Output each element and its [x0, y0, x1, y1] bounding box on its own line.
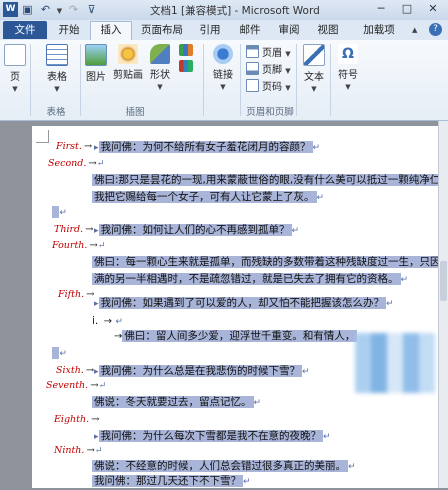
tab-file[interactable]: 文件	[3, 21, 47, 39]
document-line[interactable]: → 佛曰：留人间多少爱，迎浮世千重变。和有情人，	[112, 328, 358, 344]
document-line[interactable]: 佛曰:那只是昙花的一现,用来蒙蔽世俗的眼,没有什么美可以抵过一颗纯净仁	[92, 172, 443, 188]
text-button[interactable]: 文本 ▼	[302, 44, 326, 94]
text-icon	[303, 44, 325, 66]
maximize-icon[interactable]: □	[394, 1, 420, 17]
empty-paragraph[interactable]: ↵	[52, 204, 67, 220]
symbol-button[interactable]: Ω 符号 ▼	[336, 44, 360, 92]
document-line[interactable]: ▸ 我问佛：如何让人们的心不再感到孤单？ ↵	[94, 222, 299, 238]
shapes-button[interactable]: 形状 ▼	[148, 44, 172, 92]
document-line[interactable]: ▸ 我问佛：为什么每次下雪都是我不在意的夜晚？ ↵	[94, 428, 331, 444]
document-line[interactable]: 佛说：不经意的时候，人们总会错过很多真正的美丽。 ↵	[92, 458, 356, 474]
header-button[interactable]: 页眉 ▼	[246, 44, 291, 59]
link-icon	[213, 44, 233, 64]
document-line[interactable]: 佛曰：每一颗心生来就是孤单，而残缺的多数带着这种残缺度过一生，只因与	[92, 254, 448, 270]
undo-dropdown-icon[interactable]: ▼	[52, 2, 67, 17]
redo-icon[interactable]: ↷	[66, 2, 81, 17]
tab-view[interactable]: 视图	[310, 22, 346, 39]
clipart-icon	[118, 44, 138, 64]
save-icon[interactable]: ▣	[20, 2, 35, 17]
document-line[interactable]: ▸ 我问佛：为什么总是在我悲伤的时候下雪？ ↵	[94, 363, 310, 379]
page-button[interactable]: 页 ▼	[4, 44, 26, 94]
tab-addins[interactable]: 加载项	[356, 22, 402, 39]
document-page[interactable]: First. → ▸ 我问佛：为何不给所有女子羞花闭月的容颜？ ↵ Second. →↵…	[32, 126, 448, 488]
word-logo-icon: W	[3, 2, 18, 17]
pixelated-watermark	[355, 333, 435, 393]
omega-symbol-icon: Ω	[338, 44, 358, 64]
clipart-button[interactable]: 剪贴画	[112, 44, 144, 81]
tab-references[interactable]: 引用	[193, 22, 227, 39]
list-label: Seventh. →↵	[46, 380, 107, 391]
ribbon-insert: 页 ▼ 表格 ▼ 表格 图片 剪贴画 形状 ▼ 插图 链接 ▼ 页眉 ▼ 页脚 ▼ 页码…	[0, 40, 448, 121]
link-button[interactable]: 链接 ▼	[210, 44, 236, 92]
shapes-icon	[150, 44, 170, 64]
table-button[interactable]: 表格 ▼	[40, 44, 74, 94]
smartart-icon	[179, 44, 193, 56]
list-label: Second. →↵	[48, 158, 105, 169]
collapse-ribbon-icon[interactable]: ▲	[412, 26, 417, 34]
list-label: Sixth. →	[56, 365, 95, 376]
footer-button[interactable]: 页脚 ▼	[246, 61, 291, 76]
tab-home[interactable]: 开始	[50, 22, 88, 39]
page-number-button[interactable]: 页码 ▼	[246, 78, 291, 93]
header-icon	[246, 45, 259, 58]
document-line[interactable]: 我问佛：那过几天还下不下雪？ ↵	[92, 473, 251, 489]
list-label: Fourth. →↵	[52, 240, 106, 251]
tab-review[interactable]: 审阅	[271, 22, 307, 39]
tab-page-layout[interactable]: 页面布局	[134, 22, 190, 39]
picture-icon	[85, 44, 107, 66]
list-marker: i. → ↵	[92, 315, 123, 327]
vertical-scrollbar[interactable]	[438, 121, 448, 488]
ribbon-tabs: 文件 开始 插入 页面布局 引用 邮件 审阅 视图 加载项 ▲ ?	[0, 20, 448, 41]
tab-insert[interactable]: 插入	[90, 21, 132, 41]
group-tables-label: 表格	[46, 107, 66, 118]
window-title: 文档1 [兼容模式] - Microsoft Word	[150, 5, 320, 17]
help-icon[interactable]: ?	[429, 23, 442, 36]
close-icon[interactable]: ✕	[420, 1, 446, 17]
smartart-chart-group[interactable]	[176, 44, 196, 74]
document-line[interactable]: 我把它赐给每一个女子，可有人让它蒙上了灰。 ↵	[92, 189, 324, 205]
group-header-footer-label: 页眉和页脚	[246, 107, 294, 118]
document-line[interactable]: ▸ 我问佛：为何不给所有女子羞花闭月的容颜？ ↵	[94, 139, 320, 155]
table-icon	[46, 44, 68, 66]
footer-icon	[246, 62, 259, 75]
page-number-icon	[246, 79, 259, 92]
picture-button[interactable]: 图片	[84, 44, 108, 83]
empty-paragraph[interactable]: ↵	[52, 345, 67, 361]
chart-icon	[179, 60, 193, 72]
scrollbar-thumb[interactable]	[440, 261, 447, 301]
undo-icon[interactable]: ↶	[38, 2, 53, 17]
document-line[interactable]: 满的另一半相遇时，不是疏忽错过，就是已失去了拥有它的资格。 ↵	[92, 271, 408, 287]
page-icon	[4, 44, 26, 66]
list-label: Fifth. →	[58, 289, 95, 300]
list-label: Eighth. →	[54, 414, 100, 425]
minimize-icon[interactable]: ─	[368, 1, 394, 17]
list-label: Third. →	[54, 224, 94, 235]
document-line[interactable]: ▸ 我问佛：如果遇到了可以爱的人，却又怕不能把握该怎么办？ ↵	[94, 295, 394, 311]
group-illustrations-label: 插图	[125, 107, 145, 118]
tab-mailings[interactable]: 邮件	[232, 22, 268, 39]
document-line[interactable]: 佛说：冬天就要过去，留点记忆。 ↵	[92, 394, 261, 410]
customize-qat-icon[interactable]: ⊽	[84, 2, 99, 17]
title-bar: W ▣ ↶ ▼ ↷ ⊽ 文档1 [兼容模式] - Microsoft Word …	[0, 0, 448, 21]
list-label: First. →	[56, 141, 93, 152]
list-label: Ninth. →↵	[54, 445, 103, 456]
margin-corner-mark	[36, 130, 49, 143]
